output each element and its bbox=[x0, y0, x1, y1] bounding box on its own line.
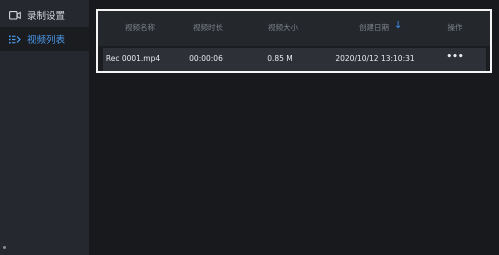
column-header-created[interactable]: 创建日期 bbox=[359, 22, 389, 33]
column-header-actions: 操作 bbox=[447, 23, 463, 32]
sidebar-item-video-list[interactable]: 视频列表 bbox=[0, 27, 89, 51]
table-header: 视频名称 视频时长 视频大小 创建日期 ↓ 操作 bbox=[98, 11, 490, 46]
more-actions-icon[interactable]: ••• bbox=[446, 52, 463, 62]
sidebar-item-record-settings[interactable]: 录制设置 bbox=[0, 3, 89, 27]
sidebar-item-label: 录制设置 bbox=[27, 11, 66, 22]
cell-size: 0.85 M bbox=[267, 54, 293, 63]
cell-duration: 00:00:06 bbox=[189, 54, 223, 63]
sidebar-item-label: 视频列表 bbox=[27, 35, 66, 46]
cell-video-name: Rec 0001.mp4 bbox=[105, 54, 161, 63]
video-camera-icon bbox=[6, 10, 24, 20]
sidebar: 录制设置 视频列表 bbox=[0, 0, 89, 255]
cell-created-date: 2020/10/12 13:10:31 bbox=[335, 54, 415, 63]
column-header-size[interactable]: 视频大小 bbox=[268, 22, 298, 33]
status-dot bbox=[3, 246, 6, 249]
column-header-name[interactable]: 视频名称 bbox=[125, 22, 155, 33]
video-table: 视频名称 视频时长 视频大小 创建日期 ↓ 操作 Rec 0001.mp4 00… bbox=[96, 9, 492, 73]
list-icon bbox=[6, 35, 24, 44]
sort-down-icon[interactable]: ↓ bbox=[394, 20, 402, 31]
column-header-duration[interactable]: 视频时长 bbox=[193, 22, 223, 33]
table-row[interactable] bbox=[103, 48, 486, 71]
